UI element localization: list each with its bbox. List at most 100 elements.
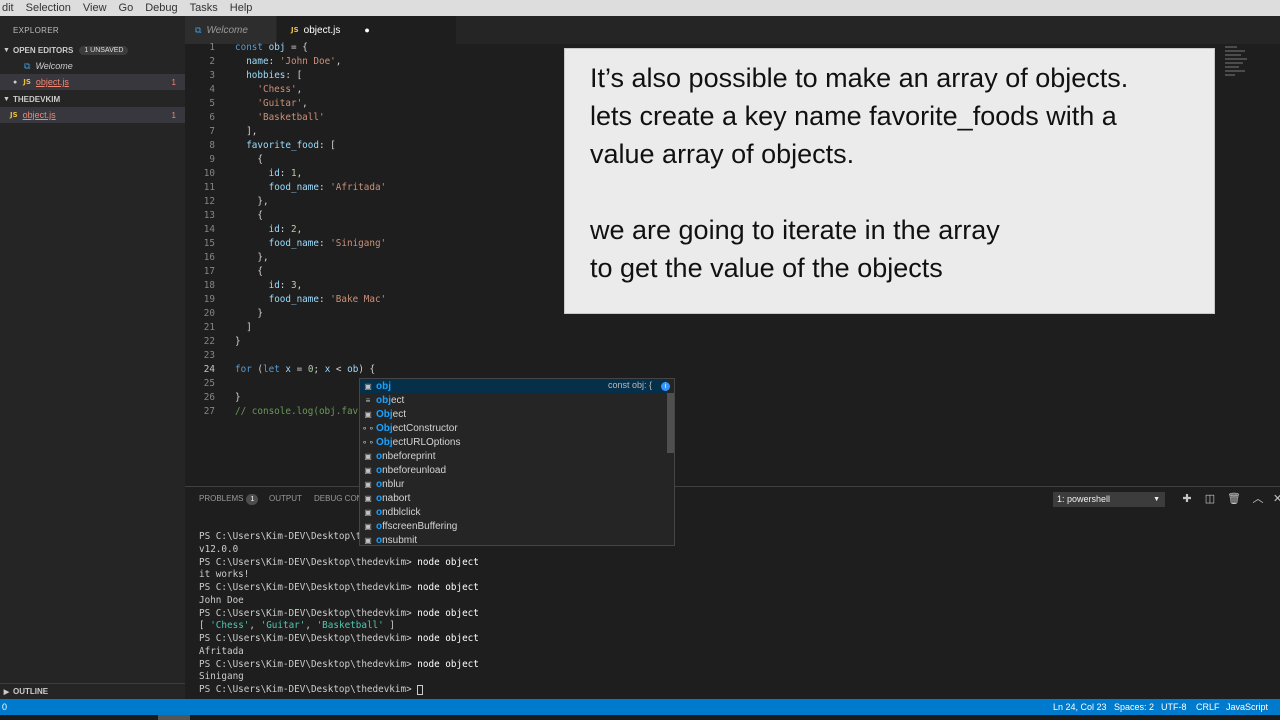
- line-number: 27: [203, 406, 215, 417]
- problem-count: 1: [171, 77, 176, 87]
- status-eol[interactable]: CRLF: [1196, 699, 1220, 715]
- suggest-item[interactable]: ▣ Object: [360, 407, 668, 421]
- problem-count: 1: [171, 110, 176, 120]
- suggest-item[interactable]: ▣ onblur: [360, 477, 668, 491]
- terminal-cursor: [417, 684, 424, 695]
- tab-welcome[interactable]: ⧉ Welcome: [185, 16, 277, 44]
- menu-item[interactable]: Selection: [20, 0, 77, 16]
- suggest-item[interactable]: ▣ onsubmit: [360, 533, 668, 547]
- code-text: id: 1,: [268, 168, 303, 179]
- open-editors-label: OPEN EDITORS: [13, 45, 74, 55]
- variable-icon: ▣: [364, 493, 372, 503]
- suggest-label: onbeforeprint: [376, 450, 436, 462]
- line-number: 25: [203, 378, 215, 389]
- status-problems[interactable]: 0: [2, 699, 7, 715]
- code-line[interactable]: 22}: [185, 335, 1225, 349]
- folder-header[interactable]: ▼ THEDEVKIM: [0, 91, 185, 107]
- code-text: 'Guitar',: [257, 98, 308, 109]
- terminal-select[interactable]: 1: powershell ▼: [1053, 492, 1165, 507]
- code-text: ],: [246, 126, 258, 137]
- interface-icon: ⚬⚬: [361, 437, 375, 447]
- line-number: 10: [203, 168, 215, 179]
- status-encoding[interactable]: UTF-8: [1161, 699, 1187, 715]
- open-editor-welcome[interactable]: ⧉ Welcome: [0, 58, 185, 74]
- suggest-item[interactable]: ▣ onbeforeunload: [360, 463, 668, 477]
- dirty-dot-icon[interactable]: ●: [364, 25, 369, 35]
- outline-header[interactable]: ▶ OUTLINE: [0, 683, 185, 699]
- code-line[interactable]: 25: [185, 377, 1225, 391]
- line-number: 6: [209, 112, 215, 123]
- tab-debug-console[interactable]: DEBUG CON: [314, 487, 362, 511]
- line-number: 17: [203, 266, 215, 277]
- suggest-label: offscreenBuffering: [376, 520, 458, 532]
- keyword-icon: ≡: [365, 395, 371, 405]
- line-number: 3: [209, 70, 215, 81]
- open-editor-objectjs[interactable]: ● JS object.js 1: [0, 74, 185, 90]
- suggest-item[interactable]: ⚬⚬ ObjectURLOptions: [360, 435, 668, 449]
- status-cursor-position[interactable]: Ln 24, Col 23: [1053, 699, 1107, 715]
- tab-label: Welcome: [206, 24, 248, 36]
- line-number: 20: [203, 308, 215, 319]
- terminal-line: PS C:\Users\Kim-DEV\Desktop\thedevkim> n…: [199, 607, 479, 619]
- terminal[interactable]: PS C:\Users\Kim-DEV\Desktop\t v12.0.0 PS C…: [185, 510, 1280, 699]
- status-indentation[interactable]: Spaces: 2: [1114, 699, 1154, 715]
- menu-item[interactable]: dit: [0, 0, 20, 16]
- code-line[interactable]: 23: [185, 349, 1225, 363]
- js-icon: JS: [291, 26, 299, 34]
- open-editors-header[interactable]: ▼ OPEN EDITORS 1 UNSAVED: [0, 42, 185, 58]
- variable-icon: ▣: [364, 507, 372, 517]
- code-text: // console.log(obj.fav: [235, 406, 359, 417]
- code-text: 'Chess',: [257, 84, 303, 95]
- menu-item[interactable]: Tasks: [184, 0, 224, 16]
- code-text: {: [257, 266, 263, 277]
- tab-problems-label: PROBLEMS: [199, 494, 244, 503]
- line-number: 1: [209, 42, 215, 53]
- line-number: 24: [203, 364, 215, 375]
- code-line[interactable]: 27 // console.log(obj.fav: [185, 405, 1225, 419]
- taskbar-strip: [0, 715, 1280, 720]
- chevron-right-icon: ▶: [3, 688, 10, 696]
- suggest-item[interactable]: ▣ offscreenBuffering: [360, 519, 668, 533]
- tab-output[interactable]: OUTPUT: [269, 487, 302, 511]
- dirty-dot-icon[interactable]: ●: [13, 79, 17, 86]
- plus-icon[interactable]: ✚: [1179, 491, 1195, 507]
- suggest-item[interactable]: ▣ onbeforeprint: [360, 449, 668, 463]
- menu-bar: dit Selection View Go Debug Tasks Help: [0, 0, 1280, 16]
- suggest-item[interactable]: ⚬⚬ ObjectConstructor: [360, 421, 668, 435]
- line-number: 14: [203, 224, 215, 235]
- folder-file-objectjs[interactable]: JS object.js 1: [0, 107, 185, 123]
- terminal-line: PS C:\Users\Kim-DEV\Desktop\thedevkim>: [199, 684, 424, 696]
- autocomplete-widget[interactable]: ▣ obj ≡ object ▣ Object ⚬⚬ ObjectConstructor ⚬⚬ O…: [359, 378, 675, 546]
- line-number: 4: [209, 84, 215, 95]
- suggest-scrollbar[interactable]: [667, 393, 674, 453]
- close-icon[interactable]: ✕: [1273, 491, 1280, 507]
- suggest-item[interactable]: ▣ ondblclick: [360, 505, 668, 519]
- status-bar: 0 Ln 24, Col 23 Spaces: 2 UTF-8 CRLF Jav…: [0, 699, 1280, 720]
- code-line[interactable]: 21 ]: [185, 321, 1225, 335]
- status-language[interactable]: JavaScript: [1226, 699, 1268, 715]
- explorer-title: EXPLORER: [13, 26, 59, 35]
- suggest-item[interactable]: ▣ onabort: [360, 491, 668, 505]
- menu-item[interactable]: Help: [224, 0, 259, 16]
- split-icon[interactable]: ◫: [1202, 491, 1218, 507]
- terminal-line: Afritada: [199, 645, 244, 657]
- line-number: 13: [203, 210, 215, 221]
- info-icon[interactable]: i: [661, 382, 670, 391]
- terminal-line: PS C:\Users\Kim-DEV\Desktop\thedevkim> n…: [199, 633, 479, 644]
- minimap[interactable]: [1225, 44, 1275, 104]
- outline-label: OUTLINE: [13, 687, 49, 696]
- trash-icon[interactable]: 🗑: [1226, 491, 1242, 507]
- code-line[interactable]: 24 for (let x = 0; x < ob) {: [185, 363, 1225, 377]
- tab-label: object.js: [303, 24, 341, 36]
- menu-item[interactable]: Debug: [139, 0, 183, 16]
- chevron-up-icon[interactable]: ︿: [1250, 491, 1266, 507]
- terminal-line: Sinigang: [199, 671, 244, 683]
- tab-problems[interactable]: PROBLEMS 1: [199, 487, 259, 511]
- menu-item[interactable]: Go: [113, 0, 140, 16]
- tab-objectjs[interactable]: JS object.js ●: [277, 16, 457, 44]
- menu-item[interactable]: View: [77, 0, 113, 16]
- suggest-detail: const obj: {: [607, 380, 652, 390]
- suggest-item[interactable]: ≡ object: [360, 393, 668, 407]
- code-line[interactable]: 26}: [185, 391, 1225, 405]
- folder-file-label: object.js: [22, 110, 56, 120]
